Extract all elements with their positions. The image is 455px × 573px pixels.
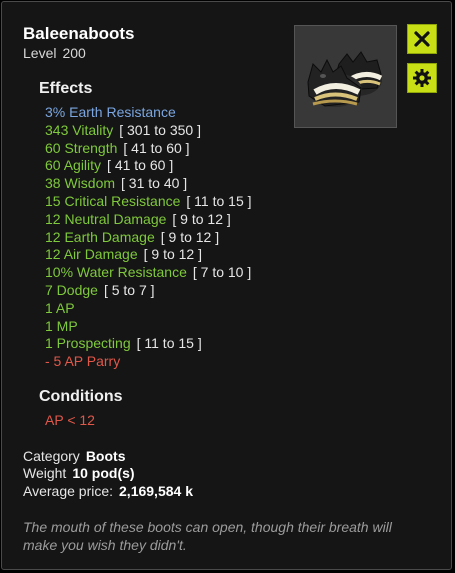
effect-item: 1 AP xyxy=(45,300,252,318)
effect-text: 1 AP xyxy=(45,299,75,316)
effect-text: 38 Wisdom xyxy=(45,175,116,192)
effect-range: [ 11 to 15 ] xyxy=(186,192,252,209)
effect-item: 1 Prospecting [ 11 to 15 ] xyxy=(45,335,252,353)
effect-text: 12 Air Damage xyxy=(45,246,138,263)
settings-button[interactable] xyxy=(407,63,437,93)
category-row: Category Boots xyxy=(23,448,125,464)
gear-icon xyxy=(413,69,431,87)
item-tooltip: Baleenaboots Level 200 Effects 3% Earth … xyxy=(1,1,452,570)
effect-text: 60 Strength xyxy=(45,139,118,156)
effect-range: [ 9 to 12 ] xyxy=(172,210,231,227)
effects-heading: Effects xyxy=(39,80,93,97)
effect-item: 10% Water Resistance [ 7 to 10 ] xyxy=(45,264,252,282)
effect-text: 343 Vitality xyxy=(45,121,114,138)
effect-text: 10% Water Resistance xyxy=(45,264,187,281)
category-value: Boots xyxy=(85,448,126,464)
effect-text: - 5 AP Parry xyxy=(45,353,121,370)
effect-range: [ 301 to 350 ] xyxy=(119,121,201,138)
weight-label: Weight xyxy=(23,465,67,481)
effect-range: [ 11 to 15 ] xyxy=(136,335,202,352)
effect-item: 38 Wisdom [ 31 to 40 ] xyxy=(45,175,252,193)
conditions-heading: Conditions xyxy=(39,388,123,405)
price-value: 2,169,584 k xyxy=(119,483,193,499)
effect-item: 7 Dodge [ 5 to 7 ] xyxy=(45,282,252,300)
effect-text: 60 Agility xyxy=(45,157,102,174)
close-icon xyxy=(414,31,430,47)
effect-item: 343 Vitality [ 301 to 350 ] xyxy=(45,122,252,140)
effect-item: - 5 AP Parry xyxy=(45,353,252,371)
effect-range: [ 41 to 60 ] xyxy=(107,157,174,174)
category-label: Category xyxy=(23,448,80,464)
effect-text: 12 Neutral Damage xyxy=(45,210,167,227)
item-name: Baleenaboots xyxy=(23,24,135,43)
effect-item: 1 MP xyxy=(45,318,252,336)
level-value: 200 xyxy=(62,45,86,61)
effect-text: 3% Earth Resistance xyxy=(45,104,176,120)
effect-text: 12 Earth Damage xyxy=(45,228,155,245)
weight-value: 10 pod(s) xyxy=(72,465,135,481)
effect-range: [ 31 to 40 ] xyxy=(121,175,188,192)
price-label: Average price: xyxy=(23,483,114,499)
effect-item: 15 Critical Resistance [ 11 to 15 ] xyxy=(45,193,252,211)
effect-text: 1 Prospecting xyxy=(45,335,131,352)
effect-item: 60 Strength [ 41 to 60 ] xyxy=(45,140,252,158)
effect-item: 12 Earth Damage [ 9 to 12 ] xyxy=(45,229,252,247)
effect-range: [ 5 to 7 ] xyxy=(103,281,155,298)
effect-text: 15 Critical Resistance xyxy=(45,192,181,209)
close-button[interactable] xyxy=(407,24,437,54)
effect-item: 3% Earth Resistance xyxy=(45,104,252,122)
item-level: Level 200 xyxy=(23,45,86,61)
level-label: Level xyxy=(23,45,57,61)
item-image-frame xyxy=(294,25,397,128)
weight-row: Weight 10 pod(s) xyxy=(23,465,135,481)
effect-range: [ 41 to 60 ] xyxy=(123,139,190,156)
effect-range: [ 9 to 12 ] xyxy=(160,228,220,245)
effect-text: 7 Dodge xyxy=(45,281,98,298)
condition-item: AP < 12 xyxy=(45,412,95,428)
price-row: Average price: 2,169,584 k xyxy=(23,483,193,499)
item-description: The mouth of these boots can open, thoug… xyxy=(23,519,392,553)
effect-item: 12 Neutral Damage [ 9 to 12 ] xyxy=(45,211,252,229)
effect-text: 1 MP xyxy=(45,317,78,334)
boots-item-icon xyxy=(307,51,383,107)
effects-list: 3% Earth Resistance 343 Vitality [ 301 to … xyxy=(45,104,252,371)
effect-item: 60 Agility [ 41 to 60 ] xyxy=(45,157,252,175)
effect-range: [ 9 to 12 ] xyxy=(143,246,202,263)
effect-item: 12 Air Damage [ 9 to 12 ] xyxy=(45,246,252,264)
effect-range: [ 7 to 10 ] xyxy=(192,264,252,281)
